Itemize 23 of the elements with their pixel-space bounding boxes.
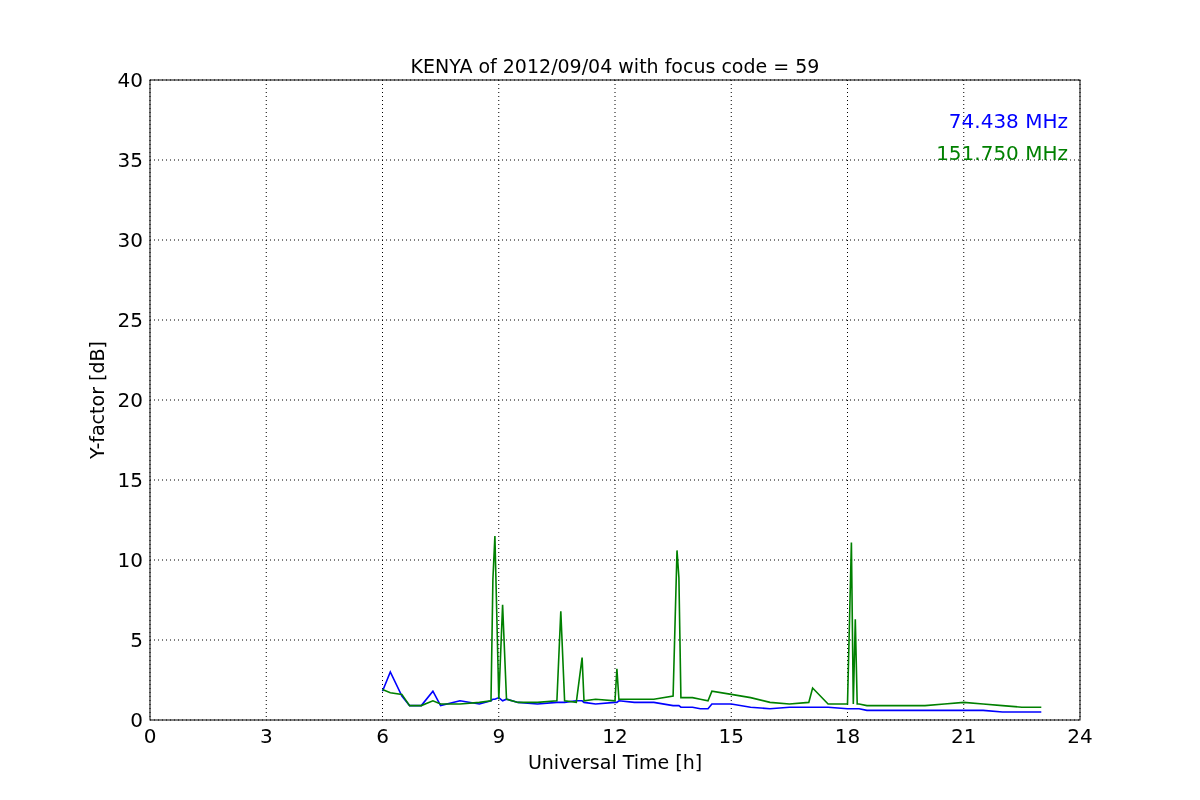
y-tick-label: 35 xyxy=(117,148,143,172)
y-axis-label: Y-factor [dB] xyxy=(86,341,108,459)
chart-title: KENYA of 2012/09/04 with focus code = 59 xyxy=(410,55,820,77)
x-tick-label: 9 xyxy=(492,724,506,748)
y-tick-label: 40 xyxy=(117,68,143,92)
y-tick-label: 0 xyxy=(130,708,143,732)
legend-label: 151.750 MHz xyxy=(936,141,1068,165)
x-tick-label: 12 xyxy=(602,724,628,748)
y-tick-label: 30 xyxy=(117,228,143,252)
x-tick-label: 3 xyxy=(259,724,273,748)
x-tick-label: 0 xyxy=(143,724,157,748)
x-axis-label: Universal Time [h] xyxy=(527,751,703,773)
x-tick-label: 15 xyxy=(718,724,744,748)
x-tick-label: 6 xyxy=(376,724,389,748)
x-tick-label: 18 xyxy=(834,724,861,748)
y-tick-label: 20 xyxy=(117,388,143,412)
legend-label: 74.438 MHz xyxy=(948,109,1068,133)
y-tick-label: 10 xyxy=(117,548,143,572)
y-tick-label: 15 xyxy=(117,468,143,492)
x-tick-label: 21 xyxy=(951,724,977,748)
y-tick-label: 5 xyxy=(130,628,143,652)
x-tick-label: 24 xyxy=(1067,724,1093,748)
y-tick-label: 25 xyxy=(117,308,143,332)
